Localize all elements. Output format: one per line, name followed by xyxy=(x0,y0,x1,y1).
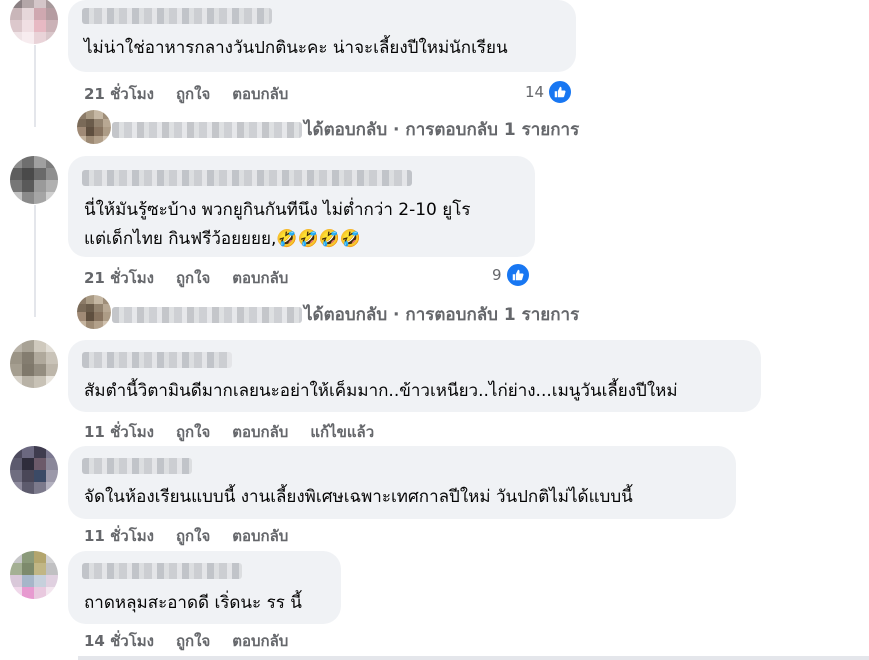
author-name[interactable] xyxy=(82,8,272,24)
avatar[interactable] xyxy=(10,0,58,44)
like-button[interactable]: ถูกใจ xyxy=(176,269,210,287)
timestamp[interactable]: 21 ชั่วโมง xyxy=(84,269,154,287)
view-replies-link[interactable]: ได้ตอบกลับ · การตอบกลับ 1 รายการ xyxy=(112,301,579,328)
thumbs-up-icon xyxy=(547,79,574,105)
view-replies-label: ได้ตอบกลับ · การตอบกลับ 1 รายการ xyxy=(304,120,580,140)
reply-button[interactable]: ตอบกลับ xyxy=(232,423,288,441)
replier-name xyxy=(112,121,302,138)
author-name[interactable] xyxy=(82,458,192,474)
reaction-number: 14 xyxy=(525,83,545,101)
reply-button[interactable]: ตอบกลับ xyxy=(232,85,288,103)
comment-bubble: ไม่น่าใช่อาหารกลางวันปกตินะคะ น่าจะเลี้ย… xyxy=(68,0,576,72)
comment-actions: 14 ชั่วโมง ถูกใจ ตอบกลับ xyxy=(84,629,310,653)
comment-bubble: ถาดหลุมสะอาดดี เริ่ดนะ รร นี้ xyxy=(68,551,341,624)
author-name[interactable] xyxy=(82,563,242,579)
view-replies-label: ได้ตอบกลับ · การตอบกลับ 1 รายการ xyxy=(304,305,580,325)
reaction-number: 9 xyxy=(492,266,502,284)
comment-actions: 11 ชั่วโมง ถูกใจ ตอบกลับ แก้ไขแล้ว xyxy=(84,420,396,444)
like-button[interactable]: ถูกใจ xyxy=(176,423,210,441)
timestamp[interactable]: 11 ชั่วโมง xyxy=(84,527,154,545)
avatar[interactable] xyxy=(10,156,58,204)
divider xyxy=(78,656,869,660)
avatar[interactable] xyxy=(10,551,58,599)
timestamp[interactable]: 14 ชั่วโมง xyxy=(84,632,154,650)
reaction-count[interactable]: 9 xyxy=(492,262,531,288)
avatar[interactable] xyxy=(10,340,58,388)
comment-text: สัมตำนี้วิตามินดีมากเลยนะอย่าให้เค็มมาก.… xyxy=(84,381,678,401)
edited-label[interactable]: แก้ไขแล้ว xyxy=(310,423,374,441)
like-button[interactable]: ถูกใจ xyxy=(176,527,210,545)
comment-text: ถาดหลุมสะอาดดี เริ่ดนะ รร นี้ xyxy=(84,593,302,613)
comment-text: แต่เด็กไทย กินฟรีว้อยยยย,🤣🤣🤣🤣 xyxy=(84,229,362,249)
thumbs-up-icon xyxy=(504,262,531,288)
comment-text: ไม่น่าใช่อาหารกลางวันปกตินะคะ น่าจะเลี้ย… xyxy=(84,38,508,58)
timestamp[interactable]: 11 ชั่วโมง xyxy=(84,423,154,441)
avatar xyxy=(77,295,111,329)
view-replies-link[interactable]: ได้ตอบกลับ · การตอบกลับ 1 รายการ xyxy=(112,116,579,143)
avatar xyxy=(77,110,111,144)
thread-line xyxy=(34,205,36,317)
reply-button[interactable]: ตอบกลับ xyxy=(232,269,288,287)
like-button[interactable]: ถูกใจ xyxy=(176,632,210,650)
comment-bubble: จัดในห้องเรียนแบบนี้ งานเลี้ยงพิเศษเฉพาะ… xyxy=(68,446,736,519)
author-name[interactable] xyxy=(82,352,232,368)
author-name[interactable] xyxy=(82,170,412,186)
reply-button[interactable]: ตอบกลับ xyxy=(232,632,288,650)
comment-bubble: นี่ให้มันรู้ซะบ้าง พวกยูกินกันทีนึง ไม่ต… xyxy=(68,156,535,257)
comment-text: จัดในห้องเรียนแบบนี้ งานเลี้ยงพิเศษเฉพาะ… xyxy=(84,487,633,507)
comment-actions: 11 ชั่วโมง ถูกใจ ตอบกลับ xyxy=(84,524,310,548)
thread-line xyxy=(34,45,36,127)
reaction-count[interactable]: 14 xyxy=(525,79,574,105)
comment-actions: 21 ชั่วโมง ถูกใจ ตอบกลับ xyxy=(84,82,310,106)
replier-name xyxy=(112,306,302,323)
comment-text: นี่ให้มันรู้ซะบ้าง พวกยูกินกันทีนึง ไม่ต… xyxy=(84,200,471,220)
comment-bubble: สัมตำนี้วิตามินดีมากเลยนะอย่าให้เค็มมาก.… xyxy=(68,340,761,412)
like-button[interactable]: ถูกใจ xyxy=(176,85,210,103)
avatar[interactable] xyxy=(10,446,58,494)
comment-actions: 21 ชั่วโมง ถูกใจ ตอบกลับ xyxy=(84,266,310,290)
reply-button[interactable]: ตอบกลับ xyxy=(232,527,288,545)
timestamp[interactable]: 21 ชั่วโมง xyxy=(84,85,154,103)
